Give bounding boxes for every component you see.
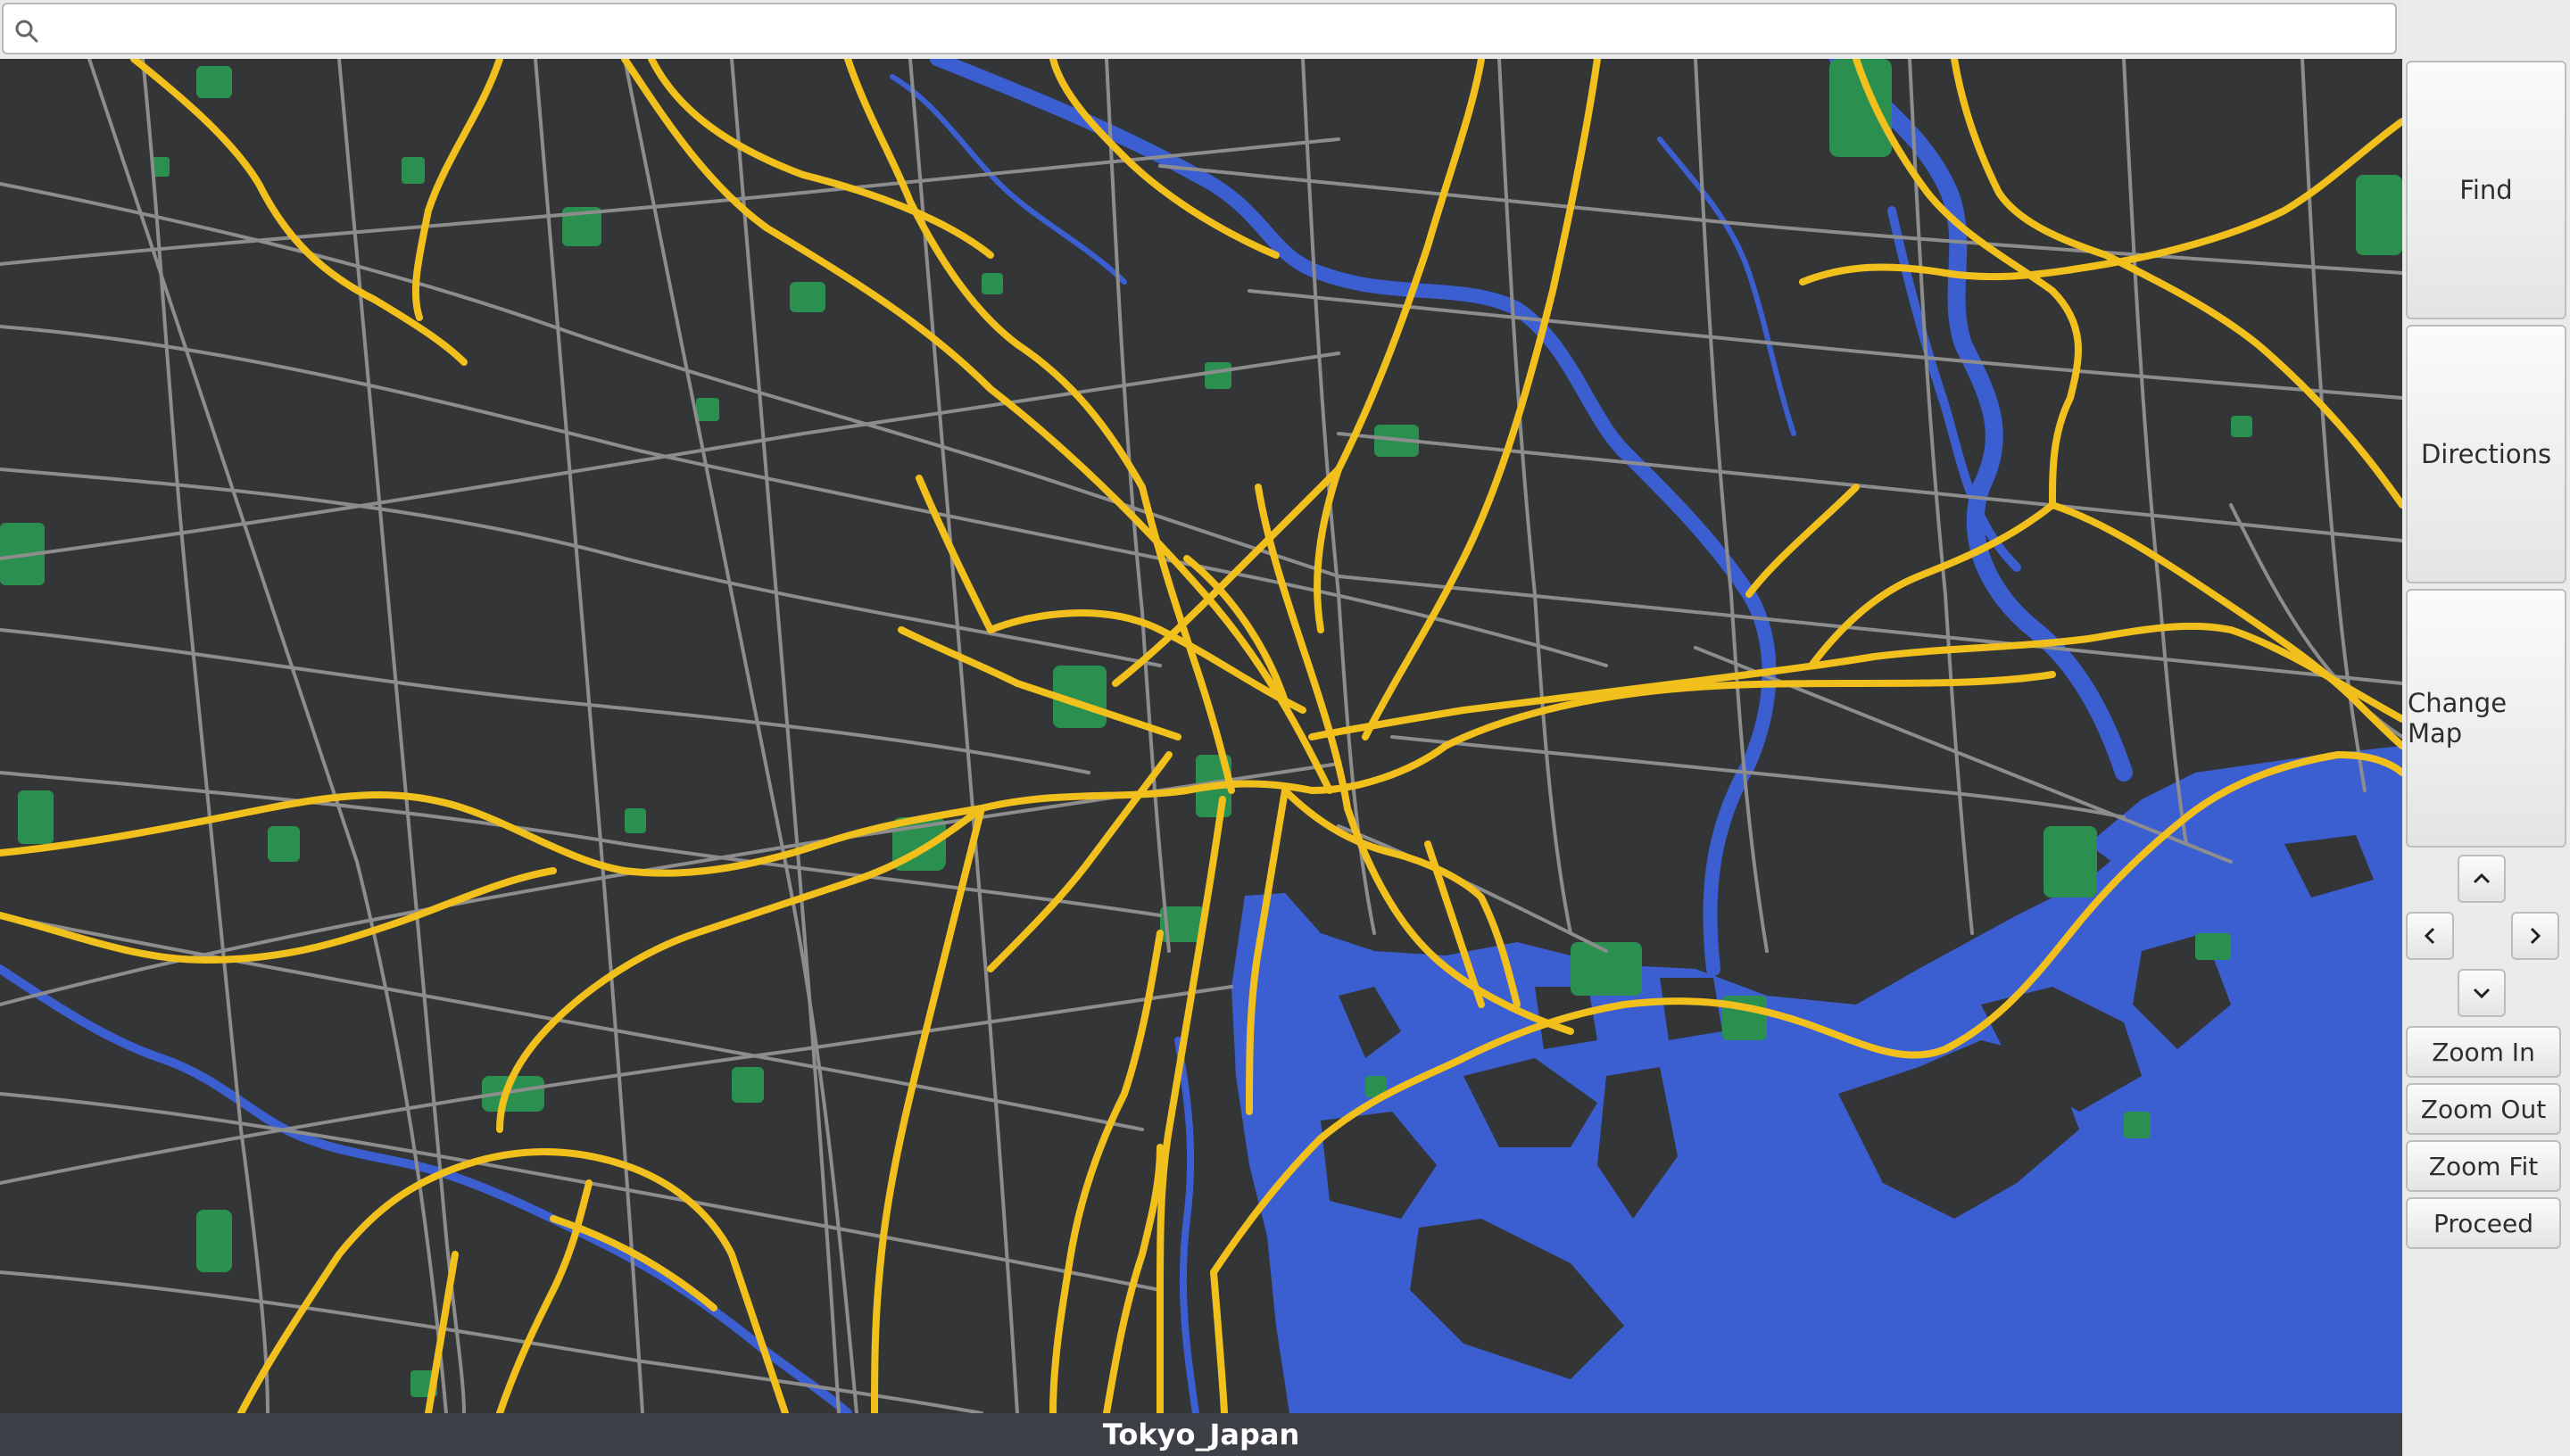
search-input[interactable] <box>48 12 2390 49</box>
search-bar[interactable] <box>2 3 2397 54</box>
zoom-fit-button[interactable]: Zoom Fit <box>2406 1140 2561 1192</box>
chevron-up-icon <box>2473 873 2491 884</box>
zoom-in-button[interactable]: Zoom In <box>2406 1026 2561 1078</box>
zoom-out-button[interactable]: Zoom Out <box>2406 1083 2561 1135</box>
pan-right-button[interactable] <box>2511 912 2559 960</box>
find-button[interactable]: Find <box>2406 61 2566 319</box>
chevron-right-icon <box>2530 927 2541 945</box>
directions-button[interactable]: Directions <box>2406 325 2566 583</box>
chevron-down-icon <box>2473 988 2491 999</box>
change-map-button[interactable]: Change Map <box>2406 589 2566 848</box>
pan-down-button[interactable] <box>2458 969 2506 1017</box>
map-name-label: Tokyo_Japan <box>0 1413 2402 1456</box>
chevron-left-icon <box>2424 927 2435 945</box>
pan-up-button[interactable] <box>2458 855 2506 903</box>
proceed-button[interactable]: Proceed <box>2406 1197 2561 1249</box>
control-panel: Find Directions Change Map Zoom In Zoom … <box>2402 0 2570 1456</box>
pan-left-button[interactable] <box>2406 912 2454 960</box>
search-icon <box>14 19 39 44</box>
map-canvas[interactable] <box>0 59 2402 1413</box>
